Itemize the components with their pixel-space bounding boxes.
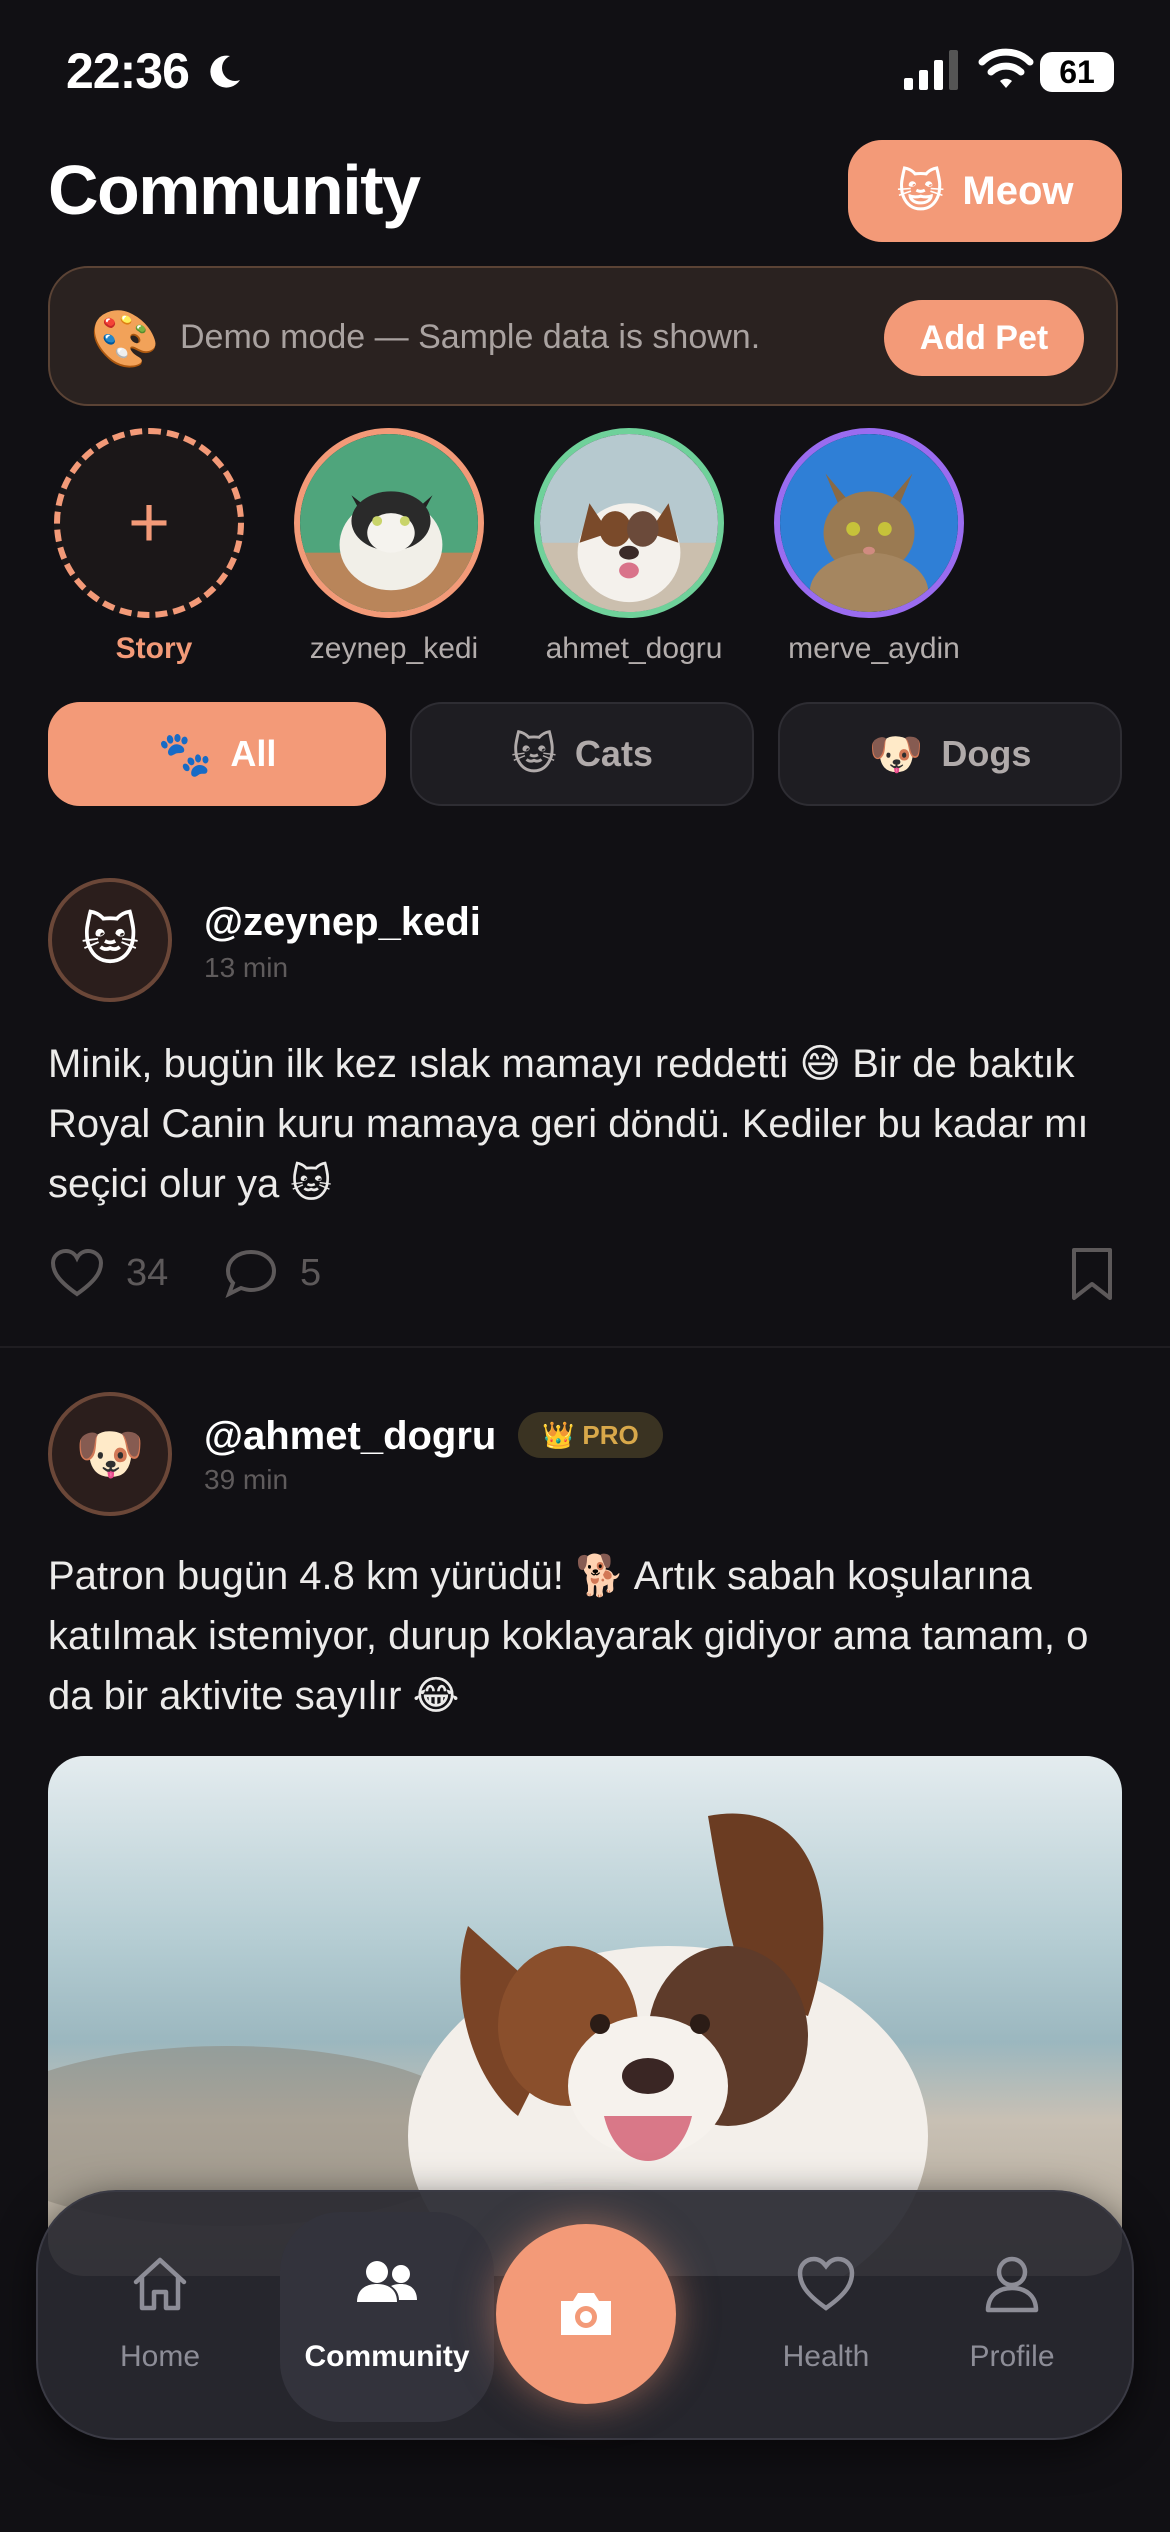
story-merve-aydin[interactable]: merve_aydin bbox=[774, 428, 974, 666]
comment-icon bbox=[225, 1249, 277, 1298]
story-label: zeynep_kedi bbox=[309, 632, 479, 665]
tab-label: Profile bbox=[969, 2340, 1055, 2373]
cat-icon: 🐱 bbox=[511, 729, 557, 779]
tab-label: Health bbox=[782, 2340, 870, 2373]
filter-label: Dogs bbox=[941, 733, 1032, 774]
pro-badge: 👑 PRO bbox=[518, 1412, 663, 1458]
filter-all[interactable]: 🐾 All bbox=[48, 702, 386, 806]
post-time: 13 min bbox=[204, 952, 289, 983]
battery-indicator: 61 bbox=[1040, 52, 1114, 92]
comment-button[interactable]: 5 bbox=[224, 1248, 321, 1298]
story-add[interactable]: + Story bbox=[54, 428, 254, 666]
post-text: Patron bugün 4.8 km yürüdü! 🐕 Artık saba… bbox=[48, 1554, 1089, 1718]
home-icon bbox=[133, 2257, 187, 2311]
paw-icon: 🐾 bbox=[157, 730, 213, 779]
dog-icon: 🐶 bbox=[868, 730, 924, 779]
story-avatar[interactable] bbox=[294, 428, 484, 618]
wifi-icon bbox=[978, 48, 1034, 88]
tab-profile[interactable]: Profile bbox=[912, 2252, 1112, 2374]
tab-label: Home bbox=[119, 2340, 201, 2373]
story-label: ahmet_dogru bbox=[545, 632, 723, 665]
status-time: 22:36 bbox=[66, 43, 190, 99]
filter-label: Cats bbox=[574, 733, 653, 774]
demo-banner-text: Demo mode — Sample data is shown. bbox=[180, 318, 761, 356]
crown-icon: 👑 bbox=[542, 1419, 575, 1450]
people-icon bbox=[357, 2261, 417, 2302]
cat-photo bbox=[300, 434, 478, 612]
tab-bar: Home Community Health Profile bbox=[36, 2190, 1134, 2440]
signal-icon bbox=[904, 50, 958, 90]
story-label: Story bbox=[115, 632, 193, 665]
demo-banner: 🎨 Demo mode — Sample data is shown. Add … bbox=[48, 266, 1118, 406]
filter-dogs[interactable]: 🐶 Dogs bbox=[778, 702, 1122, 806]
story-ahmet-dogru[interactable]: ahmet_dogru bbox=[534, 428, 734, 666]
meow-button-label: Meow bbox=[962, 168, 1074, 213]
post-username[interactable]: @ahmet_dogru bbox=[204, 1414, 496, 1459]
tabby-cat-photo bbox=[780, 434, 958, 612]
post-time: 39 min bbox=[204, 1464, 289, 1495]
tab-community[interactable]: Community bbox=[280, 2252, 494, 2374]
page-title: Community bbox=[48, 151, 421, 229]
bookmark-icon[interactable] bbox=[1070, 1246, 1114, 1302]
story-label: merve_aydin bbox=[788, 632, 960, 665]
story-avatar[interactable] bbox=[774, 428, 964, 618]
comment-count: 5 bbox=[300, 1251, 322, 1294]
filter-cats[interactable]: 🐱 Cats bbox=[410, 702, 754, 806]
add-pet-button[interactable]: Add Pet bbox=[884, 300, 1084, 376]
moon-icon bbox=[210, 55, 240, 88]
tab-label: Community bbox=[304, 2340, 470, 2373]
camera-icon bbox=[561, 2293, 611, 2335]
story-zeynep-kedi[interactable]: zeynep_kedi bbox=[294, 428, 494, 666]
filter-label: All bbox=[230, 733, 277, 774]
dog-photo bbox=[540, 434, 718, 612]
story-avatar[interactable] bbox=[534, 428, 724, 618]
post-username[interactable]: @zeynep_kedi bbox=[204, 900, 481, 945]
post-text: Minik, bugün ilk kez ıslak mamayı reddet… bbox=[48, 1042, 1089, 1206]
meow-button[interactable]: 😺 Meow bbox=[848, 140, 1122, 242]
tab-home[interactable]: Home bbox=[60, 2252, 260, 2374]
like-button[interactable]: 34 bbox=[50, 1248, 168, 1298]
heart-icon bbox=[797, 2256, 855, 2311]
cat-face-icon: 😺 bbox=[896, 165, 945, 217]
camera-button[interactable] bbox=[496, 2224, 676, 2404]
heart-icon bbox=[50, 1248, 104, 1297]
tab-health[interactable]: Health bbox=[726, 2252, 926, 2374]
person-icon bbox=[985, 2256, 1039, 2313]
like-count: 34 bbox=[126, 1251, 169, 1294]
add-story-icon[interactable]: + bbox=[54, 428, 244, 618]
post-divider bbox=[0, 1346, 1170, 1348]
palette-icon: 🎨 bbox=[90, 307, 160, 370]
avatar[interactable]: 🐱 bbox=[48, 878, 172, 1002]
pro-badge-label: PRO bbox=[582, 1419, 639, 1450]
avatar[interactable]: 🐶 bbox=[48, 1392, 172, 1516]
